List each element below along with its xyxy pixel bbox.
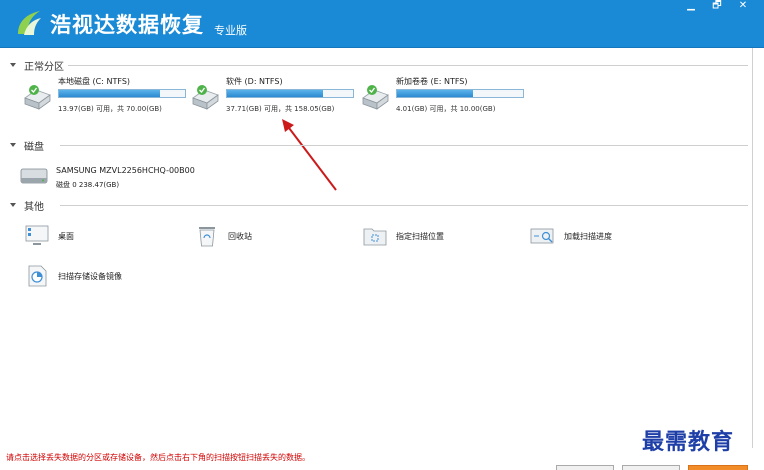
- collapse-triangle-icon[interactable]: [10, 63, 16, 67]
- hard-drive-icon: [362, 85, 389, 110]
- tool-scan-image[interactable]: 扫描存储设备镜像: [24, 263, 122, 289]
- footer-button[interactable]: [622, 465, 680, 470]
- status-hint: 请点击选择丢失数据的分区或存储设备，然后点击右下角的扫描按钮扫描丢失的数据。: [6, 453, 310, 462]
- disk-0[interactable]: SAMSUNG MZVL2256HCHQ-00B00 磁盘 0 238.47(G…: [20, 163, 220, 193]
- collapse-triangle-icon[interactable]: [10, 143, 16, 147]
- minimize-button[interactable]: ▁: [678, 0, 704, 14]
- footer-button[interactable]: [556, 465, 614, 470]
- drive-usage-fill: [397, 90, 473, 97]
- section-partitions[interactable]: 正常分区: [10, 58, 64, 73]
- section-others[interactable]: 其他: [10, 198, 44, 213]
- hard-drive-icon: [192, 85, 219, 110]
- drive-name: 本地磁盘 (C: NTFS): [58, 77, 131, 86]
- annotation-arrow-icon: [282, 119, 337, 191]
- drive-name: 新加卷卷 (E: NTFS): [396, 77, 468, 86]
- tool-scan-location[interactable]: 指定扫描位置: [362, 223, 444, 249]
- tool-load-progress-label: 加载扫描进度: [564, 231, 612, 241]
- app-edition: 专业版: [214, 24, 247, 37]
- tool-load-progress[interactable]: 加载扫描进度: [530, 223, 612, 249]
- watermark-text: 最需教育: [642, 429, 735, 455]
- drive-name: 软件 (D: NTFS): [226, 77, 283, 86]
- drive-usage-fill: [227, 90, 323, 97]
- drive-usage-bar: [396, 89, 524, 98]
- drive-usage-text: 4.01(GB) 可用，共 10.00(GB): [396, 105, 496, 113]
- folder-scan-icon: [363, 228, 387, 246]
- close-button[interactable]: ✕: [730, 0, 756, 14]
- section-partitions-label: 正常分区: [24, 61, 64, 73]
- load-scan-icon: [530, 228, 554, 244]
- section-disks-label: 磁盘: [24, 141, 44, 153]
- section-divider: [60, 205, 748, 206]
- scan-button[interactable]: [688, 465, 748, 470]
- hard-drive-icon: [24, 85, 51, 110]
- device-image-icon: [28, 265, 47, 287]
- desktop-icon: [25, 225, 49, 245]
- tool-scan-image-label: 扫描存储设备镜像: [58, 271, 122, 281]
- tool-recycle-bin-label: 回收站: [228, 231, 252, 241]
- tool-desktop-label: 桌面: [58, 231, 74, 241]
- app-logo-icon: [18, 11, 41, 35]
- tool-recycle-bin[interactable]: 回收站: [194, 223, 252, 249]
- drive-usage-fill: [59, 90, 160, 97]
- section-divider: [68, 65, 748, 66]
- title-bar: 浩视达数据恢复 专业版 ▁ 🗗 ✕: [0, 0, 764, 48]
- drive-e[interactable]: 新加卷卷 (E: NTFS) 4.01(GB) 可用，共 10.00(GB): [360, 76, 530, 126]
- disk-icon: [20, 168, 48, 184]
- disk-info: 磁盘 0 238.47(GB): [56, 181, 120, 189]
- app-title: 浩视达数据恢复: [50, 13, 204, 37]
- drive-usage-text: 13.97(GB) 可用，共 70.00(GB): [58, 105, 162, 113]
- recycle-bin-icon: [199, 227, 215, 247]
- right-border: [752, 48, 753, 448]
- section-disks[interactable]: 磁盘: [10, 138, 44, 153]
- collapse-triangle-icon[interactable]: [10, 203, 16, 207]
- tool-desktop[interactable]: 桌面: [24, 223, 74, 249]
- drive-usage-bar: [226, 89, 354, 98]
- tool-scan-location-label: 指定扫描位置: [396, 231, 444, 241]
- restore-button[interactable]: 🗗: [704, 0, 730, 14]
- section-divider: [60, 145, 748, 146]
- section-others-label: 其他: [24, 201, 44, 213]
- drive-usage-bar: [58, 89, 186, 98]
- disk-name: SAMSUNG MZVL2256HCHQ-00B00: [56, 166, 195, 175]
- drive-c[interactable]: 本地磁盘 (C: NTFS) 13.97(GB) 可用，共 70.00(GB): [22, 76, 192, 126]
